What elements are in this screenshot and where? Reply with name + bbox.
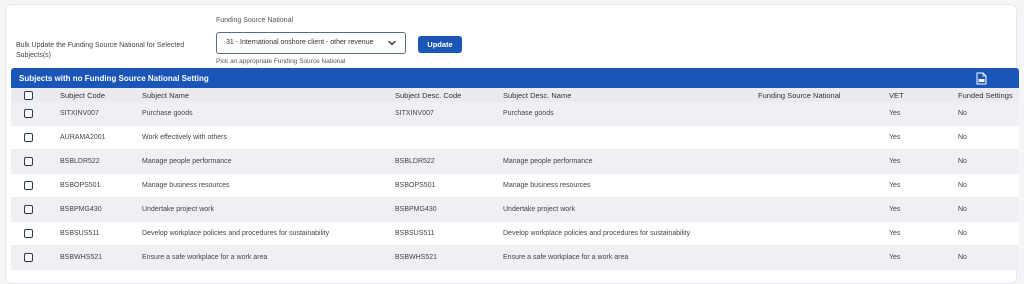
subject-name-link[interactable]: Work effectively with others bbox=[142, 134, 227, 141]
subject-name-link[interactable]: Undertake project work bbox=[142, 206, 214, 213]
table-row: BSBWHS521 Ensure a safe workplace for a … bbox=[11, 246, 1019, 270]
row-checkbox[interactable] bbox=[24, 109, 33, 118]
subject-name-link[interactable]: Ensure a safe workplace for a work area bbox=[142, 254, 267, 261]
vet-value: Yes bbox=[889, 158, 901, 165]
subject-code-link[interactable]: BSBPMG430 bbox=[60, 206, 102, 213]
subject-code-link[interactable]: BSBLDR522 bbox=[60, 158, 100, 165]
vet-value: Yes bbox=[889, 206, 901, 213]
section-header: Subjects with no Funding Source National… bbox=[11, 68, 1019, 88]
subject-code-link[interactable]: AURAMA2001 bbox=[60, 134, 106, 141]
header-funded-settings[interactable]: Funded Settings bbox=[958, 91, 1013, 100]
subject-desc-name: Manage business resources bbox=[503, 182, 591, 189]
header-subject-code[interactable]: Subject Code bbox=[60, 91, 105, 100]
row-checkbox[interactable] bbox=[24, 133, 33, 142]
bulk-update-card: Bulk Update the Funding Source National … bbox=[5, 4, 1019, 284]
subject-name-link[interactable]: Manage business resources bbox=[142, 182, 230, 189]
subject-desc-code: BSBPMG430 bbox=[395, 206, 437, 213]
header-vet[interactable]: VET bbox=[889, 91, 904, 100]
subject-name-link[interactable]: Develop workplace policies and procedure… bbox=[142, 230, 329, 237]
funded-settings-value: No bbox=[958, 134, 967, 141]
chevron-down-icon bbox=[388, 40, 396, 46]
row-checkbox[interactable] bbox=[24, 181, 33, 190]
funded-settings-value: No bbox=[958, 110, 967, 117]
subject-desc-name: Purchase goods bbox=[503, 110, 554, 117]
funding-source-select[interactable]: 31 - International onshore client - othe… bbox=[216, 32, 406, 54]
subject-desc-code: BSBSUS511 bbox=[395, 230, 435, 237]
subject-desc-code: BSBWHS521 bbox=[395, 254, 438, 261]
header-subject-name[interactable]: Subject Name bbox=[142, 91, 189, 100]
table-row: BSBOPS501 Manage business resources BSBO… bbox=[11, 174, 1019, 198]
vet-value: Yes bbox=[889, 110, 901, 117]
funding-source-helper-text: Pick an appropriate Funding Source Natio… bbox=[216, 58, 346, 65]
select-all-checkbox[interactable] bbox=[24, 91, 33, 100]
funded-settings-value: No bbox=[958, 182, 967, 189]
subject-name-link[interactable]: Manage people performance bbox=[142, 158, 232, 165]
subject-desc-name: Manage people performance bbox=[503, 158, 593, 165]
row-checkbox[interactable] bbox=[24, 229, 33, 238]
vet-value: Yes bbox=[889, 230, 901, 237]
vet-value: Yes bbox=[889, 134, 901, 141]
row-checkbox[interactable] bbox=[24, 157, 33, 166]
update-button[interactable]: Update bbox=[418, 36, 462, 53]
subject-desc-name: Undertake project work bbox=[503, 206, 575, 213]
subject-desc-name: Develop workplace policies and procedure… bbox=[503, 230, 691, 237]
table-row: BSBLDR522 Manage people performance BSBL… bbox=[11, 150, 1019, 174]
table-row: SITXINV007 Purchase goods SITXINV007 Pur… bbox=[11, 102, 1019, 126]
subject-code-link[interactable]: BSBSUS511 bbox=[60, 230, 100, 237]
table-row: BSBPMG430 Undertake project work BSBPMG4… bbox=[11, 198, 1019, 222]
subject-desc-code: BSBOPS501 bbox=[395, 182, 436, 189]
funding-source-field-label: Funding Source National bbox=[216, 17, 294, 24]
table-row: BSBSUS511 Develop workplace policies and… bbox=[11, 222, 1019, 246]
file-export-icon[interactable] bbox=[976, 72, 987, 85]
subject-desc-code: BSBLDR522 bbox=[395, 158, 435, 165]
table-header-row: Subject Code Subject Name Subject Desc. … bbox=[11, 88, 1019, 102]
subject-desc-name: Ensure a safe workplace for a work area bbox=[503, 254, 629, 261]
section-title: Subjects with no Funding Source National… bbox=[19, 74, 209, 83]
vet-value: Yes bbox=[889, 254, 901, 261]
vet-value: Yes bbox=[889, 182, 901, 189]
funded-settings-value: No bbox=[958, 158, 967, 165]
funded-settings-value: No bbox=[958, 206, 967, 213]
subject-code-link[interactable]: SITXINV007 bbox=[60, 110, 99, 117]
subject-desc-code: SITXINV007 bbox=[395, 110, 434, 117]
funded-settings-value: No bbox=[958, 254, 967, 261]
subject-name-link[interactable]: Purchase goods bbox=[142, 110, 193, 117]
table-row: AURAMA2001 Work effectively with others … bbox=[11, 126, 1019, 150]
subject-code-link[interactable]: BSBOPS501 bbox=[60, 182, 100, 189]
header-funding-source-national[interactable]: Funding Source National bbox=[758, 91, 841, 100]
bulk-update-label: Bulk Update the Funding Source National … bbox=[16, 42, 185, 59]
header-subject-desc-name[interactable]: Subject Desc. Name bbox=[503, 91, 571, 100]
funding-source-selected-value: 31 - International onshore client - othe… bbox=[226, 39, 374, 46]
subjects-table: Subject Code Subject Name Subject Desc. … bbox=[11, 88, 1019, 270]
funded-settings-value: No bbox=[958, 230, 967, 237]
row-checkbox[interactable] bbox=[24, 205, 33, 214]
header-subject-desc-code[interactable]: Subject Desc. Code bbox=[395, 91, 461, 100]
row-checkbox[interactable] bbox=[24, 253, 33, 262]
subject-code-link[interactable]: BSBWHS521 bbox=[60, 254, 102, 261]
